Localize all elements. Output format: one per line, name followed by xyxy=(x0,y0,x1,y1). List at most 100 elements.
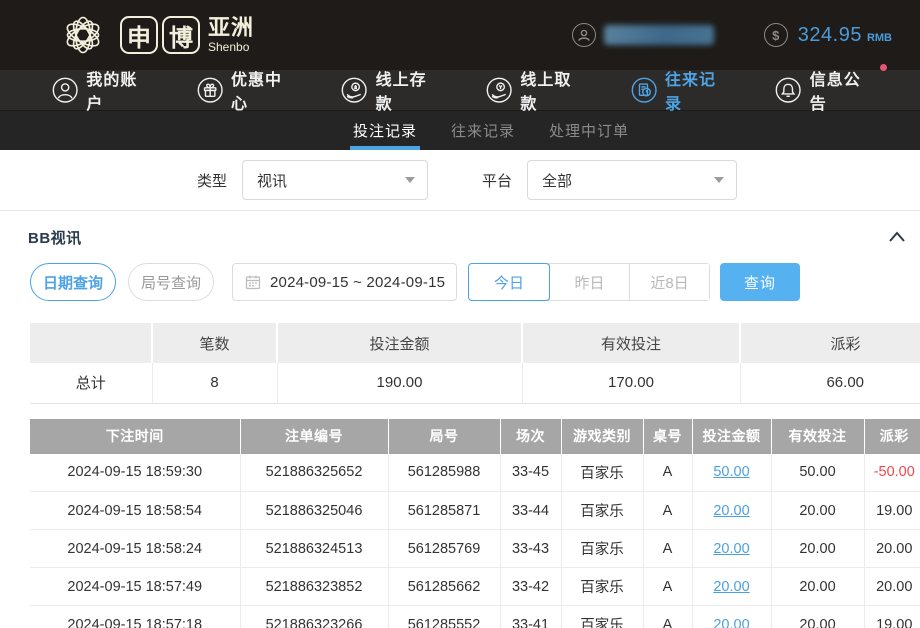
bet-amount-link[interactable]: 20.00 xyxy=(692,568,771,606)
platform-select-value: 全部 xyxy=(542,170,714,191)
notification-dot xyxy=(880,64,887,71)
bet-amount-link[interactable]: 20.00 xyxy=(692,530,771,568)
table-no-cell: A xyxy=(643,606,692,628)
user-icon xyxy=(52,77,78,104)
user-area: $ 324.95 RMB xyxy=(572,23,892,47)
table-no-cell: A xyxy=(643,492,692,530)
logo-region-zh: 亚洲 xyxy=(208,17,254,39)
round-id-cell: 561285552 xyxy=(388,606,500,628)
session-cell: 33-42 xyxy=(500,568,561,606)
table-no-cell: A xyxy=(643,530,692,568)
bet-time-cell: 2024-09-15 18:57:18 xyxy=(30,606,240,628)
round-id-cell: 561285662 xyxy=(388,568,500,606)
bet-id-cell: 521886324513 xyxy=(240,530,388,568)
payout-cell: 19.00 xyxy=(864,606,920,628)
yesterday-button[interactable]: 昨日 xyxy=(549,264,629,300)
platform-select[interactable]: 全部 xyxy=(527,160,737,200)
bet-id-cell: 521886323852 xyxy=(240,568,388,606)
chevron-down-icon xyxy=(405,177,415,183)
tab-bet-records[interactable]: 投注记录 xyxy=(350,111,420,150)
date-query-button[interactable]: 日期查询 xyxy=(30,263,116,301)
nav-label: 优惠中心 xyxy=(231,66,297,114)
tab-transaction-records[interactable]: 往来记录 xyxy=(448,111,518,150)
tab-pending-orders[interactable]: 处理中订单 xyxy=(546,111,632,150)
logo[interactable]: 申 博 亚洲 Shenbo xyxy=(52,6,254,64)
summary-header-valid-bet: 有效投注 xyxy=(522,323,740,363)
payout-cell: 20.00 xyxy=(864,530,920,568)
summary-valid-bet-value: 170.00 xyxy=(522,363,740,403)
valid-bet-cell: 20.00 xyxy=(771,606,864,628)
page: 申 博 亚洲 Shenbo $ 324.95 RMB xyxy=(0,0,920,628)
dollar-coin-icon: $ xyxy=(764,23,788,47)
type-select-value: 视讯 xyxy=(257,170,405,191)
nav-item-withdraw[interactable]: 线上取款 xyxy=(486,66,587,114)
table-no-cell: A xyxy=(643,454,692,492)
logo-char-shen: 申 xyxy=(120,16,158,54)
type-select[interactable]: 视讯 xyxy=(242,160,428,200)
nav-item-announcements[interactable]: 信息公告 xyxy=(775,66,876,114)
content: 类型 视讯 平台 全部 BB视讯 日期查询 局号查询 xyxy=(0,160,920,628)
date-range-input[interactable]: 2024-09-15 ~ 2024-09-15 xyxy=(232,263,457,301)
bell-icon xyxy=(775,77,801,104)
query-toolbar: 日期查询 局号查询 2024-09-15 ~ 2024-09-15 今日 昨日 … xyxy=(0,263,920,301)
bets-header-valid-bet: 有效投注 xyxy=(771,419,864,454)
summary-header-bet-amount: 投注金额 xyxy=(277,323,522,363)
main-nav: 我的账户 优惠中心 线上存款 线上取款 xyxy=(0,70,920,111)
nav-label: 线上存款 xyxy=(376,66,442,114)
session-cell: 33-43 xyxy=(500,530,561,568)
session-cell: 33-45 xyxy=(500,454,561,492)
logo-char-bo: 博 xyxy=(162,16,200,54)
bets-body: 2024-09-15 18:59:30 521886325652 5612859… xyxy=(30,454,920,628)
table-row: 2024-09-15 18:58:54 521886325046 5612858… xyxy=(30,492,920,530)
withdraw-icon xyxy=(486,77,512,104)
username-redacted[interactable] xyxy=(604,25,714,45)
payout-cell: 19.00 xyxy=(864,492,920,530)
search-button[interactable]: 查询 xyxy=(720,263,800,301)
calendar-icon xyxy=(245,274,261,290)
logo-region-latin: Shenbo xyxy=(208,41,254,53)
valid-bet-cell: 20.00 xyxy=(771,568,864,606)
summary-payout-value: 66.00 xyxy=(740,363,920,403)
bets-table: 下注时间 注单编号 局号 场次 游戏类别 桌号 投注金额 有效投注 派彩 202… xyxy=(30,419,920,628)
bet-time-cell: 2024-09-15 18:59:30 xyxy=(30,454,240,492)
balance-currency: RMB xyxy=(867,26,892,44)
bet-time-cell: 2024-09-15 18:58:24 xyxy=(30,530,240,568)
gift-icon xyxy=(197,77,223,104)
valid-bet-cell: 20.00 xyxy=(771,492,864,530)
nav-item-records[interactable]: 往来记录 xyxy=(631,66,732,114)
payout-cell: 20.00 xyxy=(864,568,920,606)
nav-item-promotions[interactable]: 优惠中心 xyxy=(197,66,298,114)
nav-item-deposit[interactable]: 线上存款 xyxy=(341,66,442,114)
bets-header-game-type: 游戏类别 xyxy=(561,419,643,454)
summary-total-row: 总计 8 190.00 170.00 66.00 xyxy=(30,363,920,403)
summary-count-value: 8 xyxy=(152,363,277,403)
nav-item-my-account[interactable]: 我的账户 xyxy=(52,66,153,114)
chevron-up-icon[interactable] xyxy=(888,230,906,244)
today-button[interactable]: 今日 xyxy=(468,263,550,301)
payout-cell: -50.00 xyxy=(864,454,920,492)
bets-header-session: 场次 xyxy=(500,419,561,454)
game-type-cell: 百家乐 xyxy=(561,606,643,628)
bet-id-cell: 521886323266 xyxy=(240,606,388,628)
valid-bet-cell: 50.00 xyxy=(771,454,864,492)
bet-amount-link[interactable]: 50.00 xyxy=(692,454,771,492)
deposit-icon xyxy=(341,77,367,104)
bet-amount-link[interactable]: 20.00 xyxy=(692,606,771,628)
bet-amount-link[interactable]: 20.00 xyxy=(692,492,771,530)
summary-table: 笔数 投注金额 有效投注 派彩 总计 8 190.00 170.00 66.00 xyxy=(30,323,920,404)
type-filter-label: 类型 xyxy=(197,170,227,191)
summary-header-row: 笔数 投注金额 有效投注 派彩 xyxy=(30,323,920,363)
balance-amount[interactable]: 324.95 xyxy=(798,24,862,47)
quick-date-group: 今日 昨日 近8日 xyxy=(468,263,710,301)
bet-time-cell: 2024-09-15 18:58:54 xyxy=(30,492,240,530)
last-8-days-button[interactable]: 近8日 xyxy=(629,264,709,300)
section-header: BB视讯 xyxy=(0,211,920,263)
filter-row: 类型 视讯 平台 全部 xyxy=(0,160,920,200)
bet-time-cell: 2024-09-15 18:57:49 xyxy=(30,568,240,606)
table-row: 2024-09-15 18:59:30 521886325652 5612859… xyxy=(30,454,920,492)
section-title: BB视讯 xyxy=(28,227,82,248)
user-avatar-icon[interactable] xyxy=(572,23,596,47)
round-id-cell: 561285988 xyxy=(388,454,500,492)
flower-logo-icon xyxy=(52,6,114,64)
round-query-button[interactable]: 局号查询 xyxy=(128,263,214,301)
